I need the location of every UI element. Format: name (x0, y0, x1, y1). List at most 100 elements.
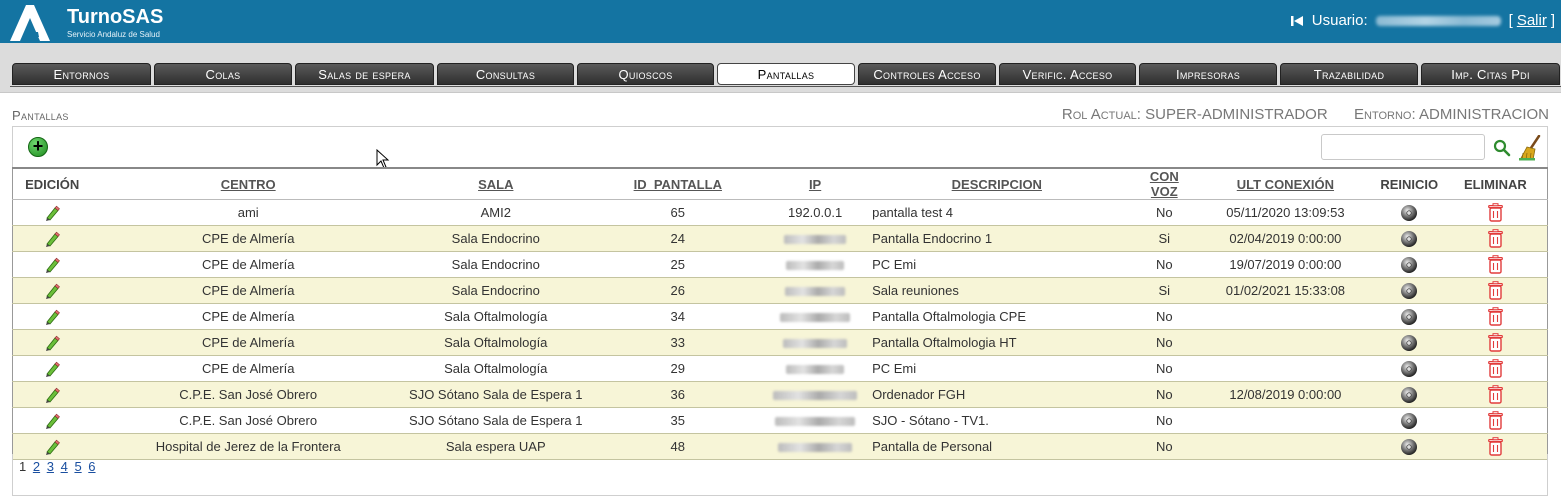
edit-pencil-icon[interactable] (44, 387, 61, 403)
restart-disc-icon[interactable] (1400, 334, 1418, 352)
cell-id-pantalla: 36 (586, 381, 770, 408)
cell-centro: CPE de Almería (91, 251, 406, 278)
col-centro[interactable]: CENTRO (91, 167, 406, 200)
tab-pantallas[interactable]: Pantallas (717, 63, 855, 85)
delete-trash-icon[interactable] (1487, 333, 1503, 352)
tab-quioscos[interactable]: Quioscos (577, 63, 714, 85)
cell-eliminar (1443, 251, 1548, 278)
cell-con-voz: Si (1132, 277, 1197, 304)
tab-salas-espera[interactable]: Salas de espera (295, 63, 434, 85)
pager-link[interactable]: 2 (33, 459, 40, 474)
cell-descripcion: SJO - Sótano - TV1. (861, 407, 1133, 434)
cell-edicion (12, 225, 92, 252)
cell-sala: Sala Endocrino (405, 225, 587, 252)
col-sala[interactable]: SALA (405, 167, 587, 200)
tab-entornos[interactable]: Entornos (12, 63, 151, 85)
delete-trash-icon[interactable] (1487, 411, 1503, 430)
delete-trash-icon[interactable] (1487, 255, 1503, 274)
tab-consultas[interactable]: Consultas (437, 63, 574, 85)
tab-impresoras[interactable]: Impresoras (1139, 63, 1277, 85)
delete-trash-icon[interactable] (1487, 203, 1503, 222)
tab-trazabilidad[interactable]: Trazabilidad (1280, 63, 1418, 85)
restart-disc-icon[interactable] (1400, 438, 1418, 456)
edit-pencil-icon[interactable] (44, 231, 61, 247)
cell-edicion (12, 277, 92, 304)
pager-link[interactable]: 4 (61, 459, 68, 474)
clear-broom-icon[interactable] (1518, 135, 1542, 161)
restart-disc-icon[interactable] (1400, 360, 1418, 378)
ip-redacted (775, 417, 856, 427)
mouse-cursor-icon (376, 149, 390, 169)
delete-trash-icon[interactable] (1487, 229, 1503, 248)
edit-pencil-icon[interactable] (44, 361, 61, 377)
cell-ult-conexion: 02/04/2019 0:00:00 (1196, 225, 1375, 252)
cell-id-pantalla: 34 (586, 303, 770, 330)
cell-ult-conexion: 01/02/2021 15:33:08 (1196, 277, 1375, 304)
cell-edicion (12, 407, 92, 434)
delete-trash-icon[interactable] (1487, 359, 1503, 378)
edit-pencil-icon[interactable] (44, 283, 61, 299)
restart-disc-icon[interactable] (1400, 204, 1418, 222)
cell-sala: AMI2 (405, 199, 587, 226)
restart-disc-icon[interactable] (1400, 412, 1418, 430)
cell-descripcion: PC Emi (861, 355, 1133, 382)
cell-con-voz: No (1132, 407, 1197, 434)
cell-ip (769, 355, 862, 382)
cell-descripcion: PC Emi (861, 251, 1133, 278)
restart-disc-icon[interactable] (1400, 386, 1418, 404)
tab-controles-acceso[interactable]: Controles Acceso (858, 63, 996, 85)
edit-pencil-icon[interactable] (44, 257, 61, 273)
pager-link[interactable]: 3 (47, 459, 54, 474)
tab-imp-citas-pdi[interactable]: Imp. Citas Pdi (1421, 63, 1560, 85)
table-row: CPE de Almería Sala Oftalmología 33 Pantall… (12, 329, 1548, 356)
cell-ult-conexion (1196, 407, 1375, 434)
cell-edicion (12, 303, 92, 330)
cell-con-voz: No (1132, 199, 1197, 226)
restart-disc-icon[interactable] (1400, 230, 1418, 248)
cell-reinicio (1374, 277, 1444, 304)
table-row: CPE de Almería Sala Endocrino 25 PC Emi No 19… (12, 251, 1548, 278)
search-input[interactable] (1321, 134, 1485, 160)
col-descripcion[interactable]: DESCRIPCION (861, 167, 1133, 200)
edit-pencil-icon[interactable] (44, 335, 61, 351)
delete-trash-icon[interactable] (1487, 385, 1503, 404)
tab-colas[interactable]: Colas (154, 63, 292, 85)
col-ult-conexion[interactable]: ULT CONEXIÓN (1196, 167, 1375, 200)
delete-trash-icon[interactable] (1487, 281, 1503, 300)
restart-disc-icon[interactable] (1400, 256, 1418, 274)
search-icon[interactable] (1493, 139, 1511, 157)
cell-ult-conexion: 12/08/2019 0:00:00 (1196, 381, 1375, 408)
edit-pencil-icon[interactable] (44, 205, 61, 221)
col-edicion: EDICIÓN (12, 167, 92, 200)
pager-link[interactable]: 6 (88, 459, 95, 474)
edit-pencil-icon[interactable] (44, 439, 61, 455)
cell-sala: Sala Oftalmología (405, 329, 587, 356)
cell-ip (769, 225, 862, 252)
add-button[interactable]: + (28, 137, 48, 157)
col-con-voz[interactable]: CON VOZ (1132, 167, 1197, 200)
col-ip[interactable]: IP (769, 167, 862, 200)
edit-pencil-icon[interactable] (44, 413, 61, 429)
restart-disc-icon[interactable] (1400, 308, 1418, 326)
pagination: 1 2 3 4 5 6 (12, 454, 1548, 496)
main-tabs: Entornos Colas Salas de espera Consultas… (10, 63, 1561, 87)
cell-ult-conexion (1196, 303, 1375, 330)
cell-ip (769, 381, 862, 408)
entorno-label: Entorno: (1354, 106, 1416, 123)
edit-pencil-icon[interactable] (44, 309, 61, 325)
tab-verific-acceso[interactable]: Verific. Acceso (999, 63, 1136, 85)
cell-ip (769, 303, 862, 330)
ip-redacted (773, 391, 858, 401)
ip-redacted (783, 339, 848, 349)
pager-link[interactable]: 5 (74, 459, 81, 474)
skip-back-icon (1290, 15, 1303, 26)
col-id-pantalla[interactable]: ID_PANTALLA (586, 167, 770, 200)
table-row: CPE de Almería Sala Oftalmología 34 Pantall… (12, 303, 1548, 330)
restart-disc-icon[interactable] (1400, 282, 1418, 300)
delete-trash-icon[interactable] (1487, 307, 1503, 326)
cell-reinicio (1374, 329, 1444, 356)
cell-reinicio (1374, 225, 1444, 252)
table-row: CPE de Almería Sala Endocrino 26 Sala reuni… (12, 277, 1548, 304)
logout-link[interactable]: Salir (1517, 12, 1547, 29)
cell-con-voz: No (1132, 329, 1197, 356)
